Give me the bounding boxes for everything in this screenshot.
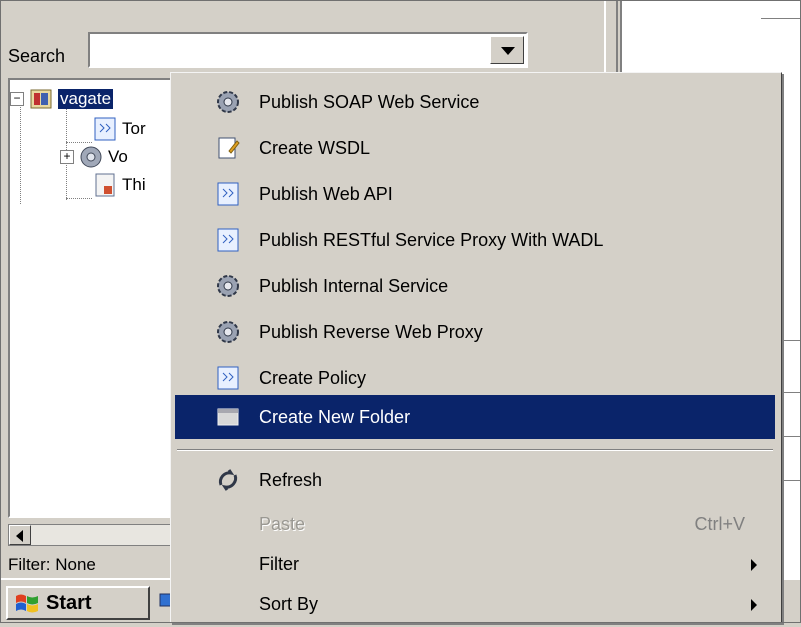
- menu-separator: [177, 449, 773, 451]
- paste-shortcut: Ctrl+V: [694, 513, 745, 534]
- submenu-arrow-icon: [751, 559, 757, 571]
- wsdl-document-icon: [218, 137, 240, 159]
- menu-item-create-new-folder[interactable]: Create New Folder: [175, 395, 775, 439]
- menu-item-publish-web-api[interactable]: Publish Web API: [175, 171, 775, 217]
- policy-document-icon: [217, 182, 239, 206]
- tree-item[interactable]: Tor: [92, 114, 146, 144]
- service-gear-icon: [80, 146, 102, 168]
- expand-icon[interactable]: +: [60, 150, 74, 164]
- gear-icon: [217, 275, 239, 297]
- search-label: Search: [8, 46, 66, 66]
- context-menu: Publish SOAP Web Service Create WSDL Pub…: [170, 72, 782, 623]
- policy-document-icon: [217, 366, 239, 390]
- windows-flag-icon: [16, 594, 38, 613]
- menu-item-publish-reverse-web-proxy[interactable]: Publish Reverse Web Proxy: [175, 309, 775, 355]
- tree-item-label: Tor: [122, 119, 146, 138]
- search-dropdown-button[interactable]: [490, 36, 524, 64]
- tree-item-root[interactable]: − vagate: [10, 84, 114, 114]
- tree-item[interactable]: Thi: [92, 170, 146, 200]
- collapse-icon[interactable]: −: [10, 92, 24, 106]
- search-combobox[interactable]: [88, 32, 528, 68]
- policy-icon: [94, 117, 116, 141]
- tree-item-label: vagate: [58, 89, 114, 109]
- gear-icon: [217, 91, 239, 113]
- refresh-icon: [218, 469, 238, 491]
- document-icon: [95, 173, 115, 197]
- folder-icon: [30, 89, 52, 109]
- scroll-left-icon[interactable]: [9, 525, 31, 545]
- start-label: Start: [46, 591, 92, 614]
- menu-item-publish-soap-web-service[interactable]: Publish SOAP Web Service: [175, 79, 775, 125]
- menu-item-publish-restful-proxy[interactable]: Publish RESTful Service Proxy With WADL: [175, 217, 775, 263]
- menu-item-refresh[interactable]: Refresh: [175, 457, 775, 503]
- gear-icon: [217, 321, 239, 343]
- tree-item-label: Vo: [108, 147, 128, 166]
- submenu-arrow-icon: [751, 599, 757, 611]
- policy-document-icon: [217, 228, 239, 252]
- menu-item-create-wsdl[interactable]: Create WSDL: [175, 125, 775, 171]
- menu-item-publish-internal-service[interactable]: Publish Internal Service: [175, 263, 775, 309]
- tree-item-label: Thi: [122, 175, 146, 194]
- filter-status: Filter: None: [8, 555, 96, 574]
- start-button[interactable]: Start: [6, 586, 150, 620]
- tree-item[interactable]: + Vo: [60, 142, 128, 172]
- folder-icon: [217, 408, 239, 426]
- menu-item-sort-by[interactable]: Sort By: [175, 581, 775, 627]
